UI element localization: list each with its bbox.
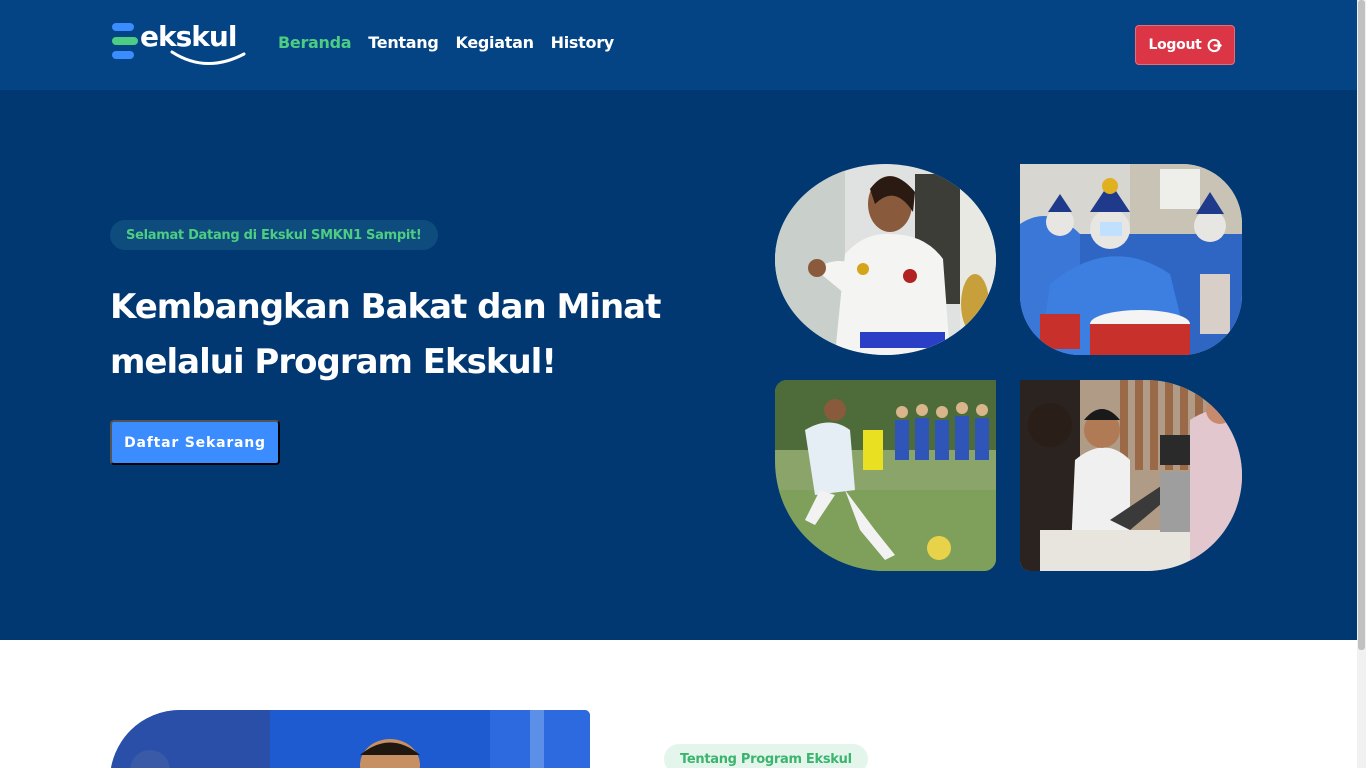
ekskul-logo[interactable]: ekskul — [110, 20, 250, 70]
navbar: ekskul Beranda Tentang Kegiatan History … — [0, 0, 1357, 90]
nav-beranda[interactable]: Beranda — [278, 33, 352, 52]
about-badge: Tentang Program Ekskul — [664, 744, 868, 768]
nav-kegiatan[interactable]: Kegiatan — [456, 33, 534, 52]
register-button[interactable]: Daftar Sekarang — [110, 420, 280, 465]
hero-section: Selamat Datang di Ekskul SMKN1 Sampit! K… — [0, 90, 1357, 640]
football-photo — [775, 380, 996, 571]
karate-photo — [775, 164, 996, 355]
logo-mark-icon — [112, 23, 138, 59]
marching-band-photo — [1020, 164, 1242, 355]
computer-lab-photo — [1020, 380, 1242, 571]
hero-title: Kembangkan Bakat dan Minat melalui Progr… — [110, 280, 730, 390]
welcome-badge: Selamat Datang di Ekskul SMKN1 Sampit! — [110, 220, 438, 250]
scrollbar-thumb[interactable] — [1358, 0, 1365, 650]
logout-icon — [1207, 38, 1222, 52]
page-scrollbar[interactable] — [1357, 0, 1366, 768]
nav-history[interactable]: History — [551, 33, 615, 52]
hero-title-line-1: Kembangkan Bakat dan Minat — [110, 287, 661, 327]
about-image — [110, 710, 590, 768]
main-nav: Beranda Tentang Kegiatan History — [278, 33, 614, 52]
logout-button[interactable]: Logout — [1135, 25, 1235, 65]
logo-swoosh-icon — [170, 50, 246, 65]
nav-tentang[interactable]: Tentang — [368, 33, 439, 52]
logout-label: Logout — [1148, 37, 1202, 53]
hero-title-line-2: melalui Program Ekskul! — [110, 342, 557, 382]
